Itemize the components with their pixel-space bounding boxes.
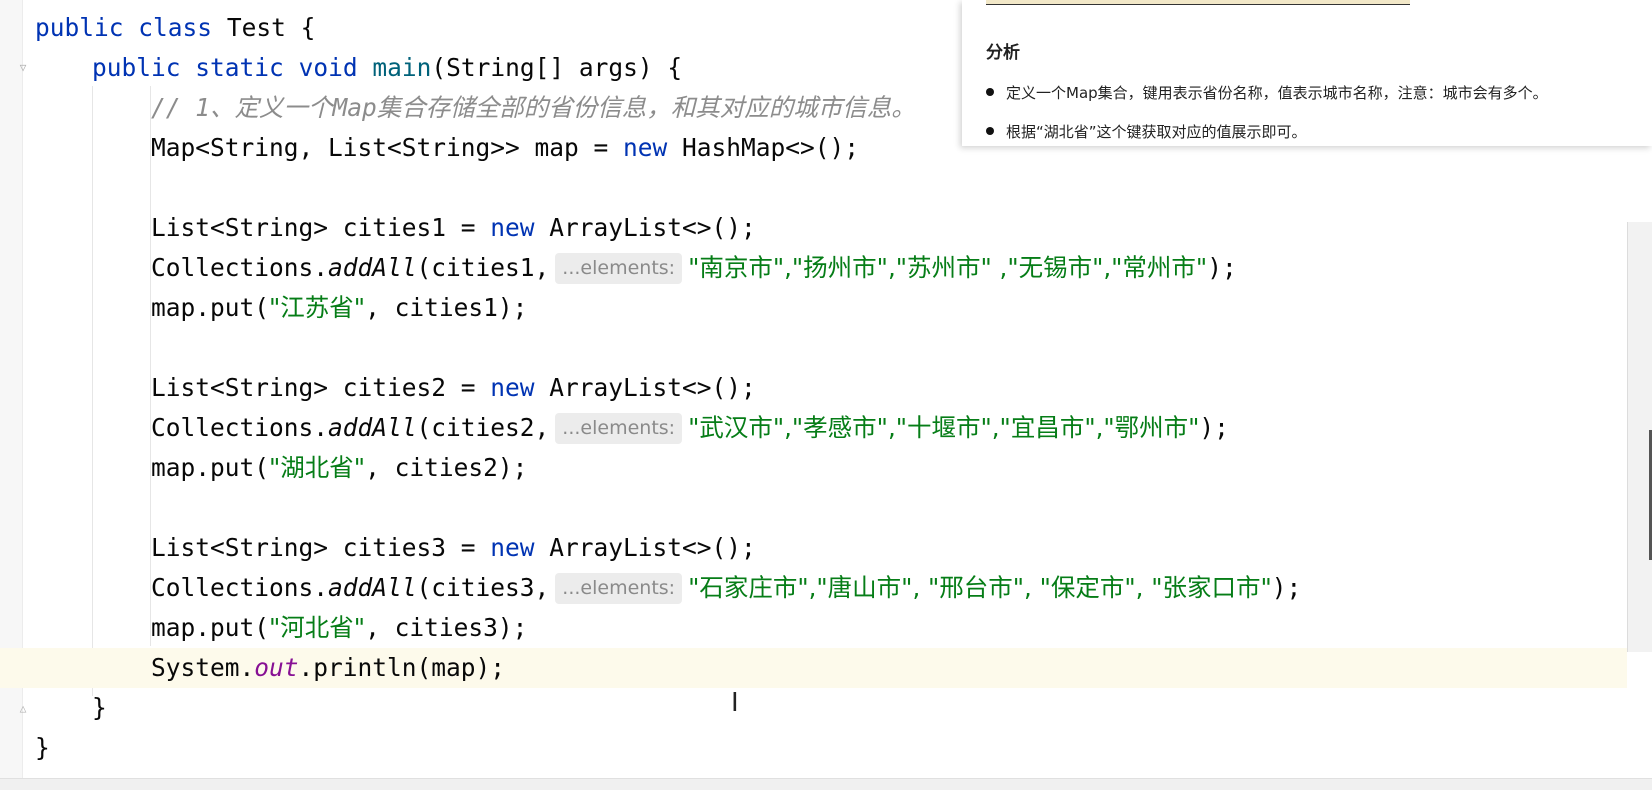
parameter-hint: ...elements: — [555, 253, 683, 284]
analysis-item: 定义一个Map集合，键用表示省份名称，值表示城市名称，注意：城市会有多个。 — [986, 82, 1548, 103]
status-strip — [0, 778, 1652, 790]
code-comment: // 1、定义一个Map集合存储全部的省份信息，和其对应的城市信息。 — [151, 93, 916, 122]
bullet-icon — [986, 127, 994, 135]
code-line: } — [35, 733, 50, 762]
code-line: List<String> cities1 = new ArrayList<>()… — [151, 213, 756, 242]
analysis-title: 分析 — [986, 43, 1020, 63]
bullet-icon — [986, 88, 994, 96]
parameter-hint: ...elements: — [555, 413, 683, 444]
code-line: map.put("湖北省", cities2); — [151, 453, 528, 482]
panel-top-bar — [986, 0, 1410, 5]
parameter-hint: ...elements: — [555, 573, 683, 604]
code-line: List<String> cities2 = new ArrayList<>()… — [151, 373, 756, 402]
code-line: } — [92, 693, 107, 722]
code-line: map.put("河北省", cities3); — [151, 613, 528, 642]
code-line: map.put("江苏省", cities1); — [151, 293, 528, 322]
code-line: Collections.addAll(cities2, ...elements: "… — [151, 413, 1229, 444]
code-line: Collections.addAll(cities1, ...elements: "… — [151, 253, 1237, 284]
current-line: System.out.println(map); — [0, 648, 1627, 688]
code-line: Collections.addAll(cities3, ...elements: "… — [151, 573, 1302, 604]
code-line: List<String> cities3 = new ArrayList<>()… — [151, 533, 756, 562]
analysis-item: 根据“湖北省”这个键获取对应的值展示即可。 — [986, 121, 1307, 142]
analysis-panel: 分析 定义一个Map集合，键用表示省份名称，值表示城市名称，注意：城市会有多个。… — [962, 0, 1652, 146]
text-cursor-icon: I — [731, 688, 739, 718]
